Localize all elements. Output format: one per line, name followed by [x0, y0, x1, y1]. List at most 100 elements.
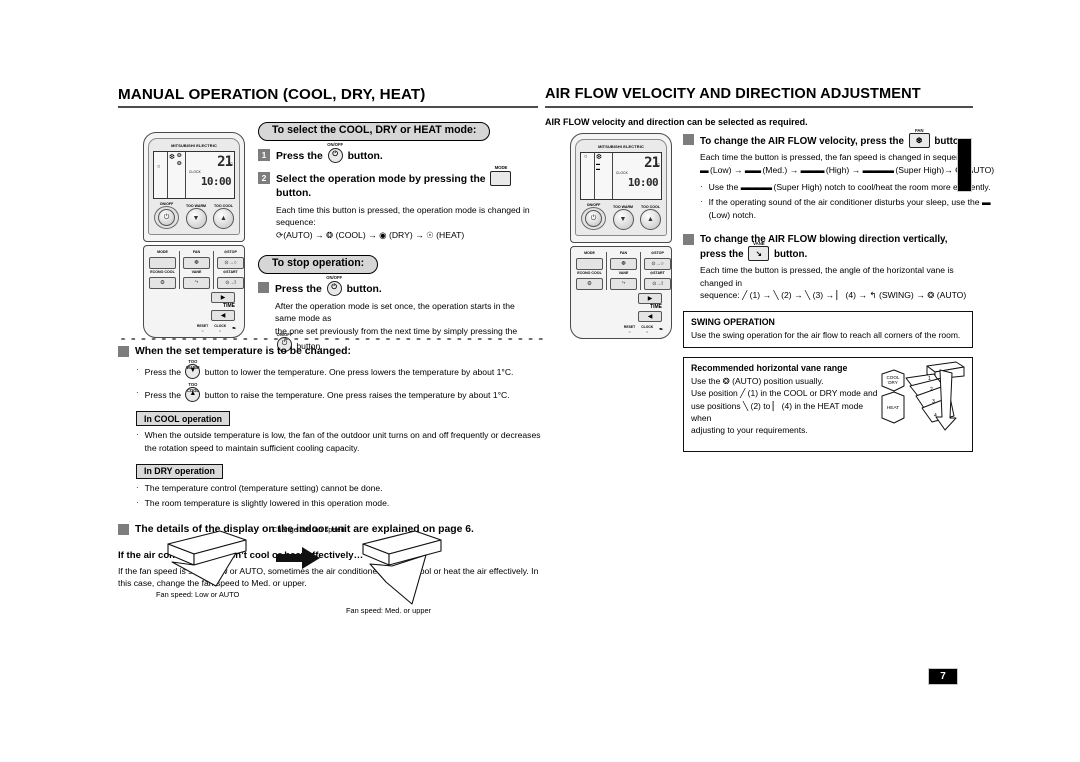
timer-start-button-2[interactable]: ⊙→I — [644, 277, 671, 290]
velocity-bullet-1: · Use the ▬▬▬▬ (Super High) notch to coo… — [700, 181, 994, 194]
fan-button-2[interactable]: ❆ — [610, 258, 637, 271]
remote-lcd-display-2: ○ ❆ ▬ ▬ 21 °C CLOCK 10:00 — [580, 151, 662, 200]
onoff-button-chip-stop[interactable]: ON/OFF ⏻ — [326, 275, 342, 296]
time-forward-button-2[interactable]: ▶ — [638, 292, 662, 304]
mode-button[interactable] — [149, 257, 176, 270]
too-cool-label: TOO COOL — [213, 203, 234, 208]
fan-key-label-2: FAN — [619, 251, 628, 256]
step-2-text: Select the operation mode by pressing th… — [276, 165, 538, 201]
temp-up-chip[interactable]: TOO COOL ▲ — [185, 382, 201, 403]
mode-chip-caption: MODE — [494, 165, 508, 171]
fan-button-chip[interactable]: FAN ❆ — [908, 128, 930, 148]
vane-range-line-2: Use position ╱ (1) in the COOL or DRY mo… — [691, 387, 879, 399]
vane-key-label: VANE — [191, 270, 202, 275]
vane-button[interactable]: ⤷ — [183, 276, 210, 289]
temp-up-post: button to raise the temperature. One pre… — [204, 390, 510, 401]
mode-button-2[interactable] — [576, 258, 603, 271]
velocity-detail: Each time the button is pressed, the fan… — [700, 152, 973, 163]
econo-cool-button-2[interactable]: ⚙ — [576, 277, 603, 290]
temp-up-pre: Press the — [144, 390, 181, 401]
lcd-temperature-unit-2: °C — [655, 161, 661, 167]
lcd-temperature-unit: °C — [228, 160, 234, 166]
lcd-column-mid-2: ❆ ▬ ▬ — [595, 152, 613, 199]
step-1-row: 1 Press the ON/OFF ⏻ button. — [258, 142, 538, 164]
vane-range-diagram-svg: COOL DRY HEAT 1 2 3 4 — [881, 361, 965, 431]
timer-start-button[interactable]: ⊙→I — [217, 276, 244, 289]
vane-chip-caption: VANE — [753, 240, 765, 246]
remote-upper-body: MITSUBISHI ELECTRIC ○ ❆ ❂ ❂ 21 °C CLOCK — [143, 132, 245, 243]
stop-step-marker — [258, 281, 269, 293]
fan-button[interactable]: ❆ — [183, 257, 210, 270]
onoff-label-2: ON/OFF — [586, 202, 601, 207]
vane-pos-num-1: 1 — [928, 376, 931, 382]
temp-up-button-2[interactable]: ▲ — [640, 209, 661, 231]
vane-range-box: Recommended horizontal vane range Use th… — [683, 356, 973, 452]
vane-auto-label: (AUTO) — [936, 290, 967, 301]
lcd-clock-value: 10:00 — [200, 174, 232, 188]
time-forward-button[interactable]: ▶ — [211, 291, 235, 303]
stop-detail-line-1: After the operation mode is set once, th… — [275, 300, 515, 324]
time-back-button[interactable]: ◀ — [211, 309, 235, 321]
vane-range-body: Use the ❂ (AUTO) position usually. Use p… — [691, 375, 879, 437]
temp-up-button[interactable]: ▲ — [213, 208, 234, 230]
remote-keypad: MODE ECONO COOL ⚙ FAN ❆ VANE ⤷ ⊙STOP ⊙→○… — [149, 251, 244, 289]
mode-button-chip[interactable]: MODE — [490, 165, 512, 186]
stop-step-pre: Press the — [275, 283, 322, 295]
lcd-column-mid: ❆ ❂ ❂ — [168, 151, 186, 198]
timer-stop-button-2[interactable]: ⊙→○ — [644, 258, 671, 271]
remote-upper-inner: MITSUBISHI ELECTRIC ○ ❆ ❂ ❂ 21 °C CLOCK — [148, 138, 240, 236]
onoff-button-chip[interactable]: ON/OFF ⏻ — [327, 142, 343, 163]
temp-down-button[interactable]: ▼ — [185, 208, 207, 230]
step-2-number: 2 — [258, 171, 270, 184]
lcd-fan-icon: ❆ — [169, 153, 175, 161]
temp-down-pre: Press the — [144, 367, 181, 378]
heat-mode-icon: ☉ — [426, 229, 434, 240]
dry-operation-bullet-1: · The temperature control (temperature s… — [136, 482, 543, 495]
mode-sequence: ⟳(AUTO) → ❂ (COOL) → ◉ (DRY) → ☉ (HEAT) — [276, 229, 465, 240]
temp-change-row: When the set temperature is to be change… — [118, 345, 543, 359]
clock-label-2: CLOCK ○ — [641, 324, 654, 334]
temp-down-chip[interactable]: TOO WARM ▼ — [185, 359, 201, 380]
vane-button-chip[interactable]: VANE ↘ — [748, 241, 770, 262]
change-arrow-icon — [276, 547, 320, 569]
left-instructions: To select the COOL, DRY or HEAT mode: 1 … — [258, 120, 538, 353]
right-section-title: AIR FLOW VELOCITY AND DIRECTION ADJUSTME… — [545, 86, 921, 102]
lcd-mode-icon: ❂ — [177, 152, 182, 159]
vane-line1b: (AUTO) position usually. — [732, 375, 824, 386]
econo-cool-button[interactable]: ⚙ — [149, 276, 176, 289]
onoff-button[interactable]: ⏻ — [154, 206, 179, 230]
too-cool-label-2: TOO COOL — [640, 204, 661, 209]
cool-mode-label: (COOL) — [335, 229, 366, 240]
step-1-pre: Press the — [276, 150, 323, 162]
swing-operation-body: Use the swing operation for the air flow… — [691, 329, 961, 340]
lcd-column-left-2: ○ — [581, 152, 595, 199]
temp-down-button-2[interactable]: ▼ — [612, 209, 634, 231]
bullet-dot-7: · — [700, 197, 703, 207]
arrow-up-icon: ▲ — [189, 390, 197, 398]
timer-stop-glyph: ⊙→○ — [224, 260, 237, 267]
direction-heading: To change the AIR FLOW blowing direction… — [700, 233, 973, 262]
auto-mode-label: (AUTO) — [283, 229, 313, 240]
timer-stop-button[interactable]: ⊙→○ — [217, 257, 244, 270]
velocity-row: To change the AIR FLOW velocity, press t… — [683, 128, 994, 222]
remote-footer-controls-2: RESET ○ CLOCK ○ ■▸ — [576, 324, 666, 334]
fan-chip-caption: FAN — [914, 127, 924, 133]
vane-pos-num-2: 2 — [930, 387, 933, 393]
edge-tab-marker — [957, 138, 972, 192]
fan-speed-figure: Change the fan speed. Fan speed: Low or … — [150, 520, 550, 615]
page-number: 7 — [928, 668, 958, 685]
velocity-pre: To change the AIR FLOW velocity, press t… — [700, 136, 904, 147]
vane-button-2[interactable]: ⤷ — [610, 277, 637, 290]
fan-high-icon: ▬▬▬ — [800, 164, 825, 175]
vane-range-line-4: adjusting to your requirements. — [691, 425, 808, 436]
vane-range-diagram: COOL DRY HEAT 1 2 3 4 — [872, 360, 968, 438]
econo-cool-key-label-2: ECONO COOL — [577, 271, 602, 276]
dry-operation-bullet-2: · The room temperature is slightly lower… — [136, 497, 543, 510]
time-back-button-2[interactable]: ◀ — [638, 310, 662, 322]
lcd-fan-icon-2: ❆ — [596, 153, 602, 161]
bullet-dot-3: · — [136, 430, 139, 440]
direction-detail-1: Each time the button is pressed, the ang… — [700, 265, 954, 288]
fan-high-label: (High) — [825, 164, 850, 175]
onoff-button-2[interactable]: ⏻ — [581, 207, 606, 231]
vane-pos-num-3: 3 — [932, 399, 935, 405]
